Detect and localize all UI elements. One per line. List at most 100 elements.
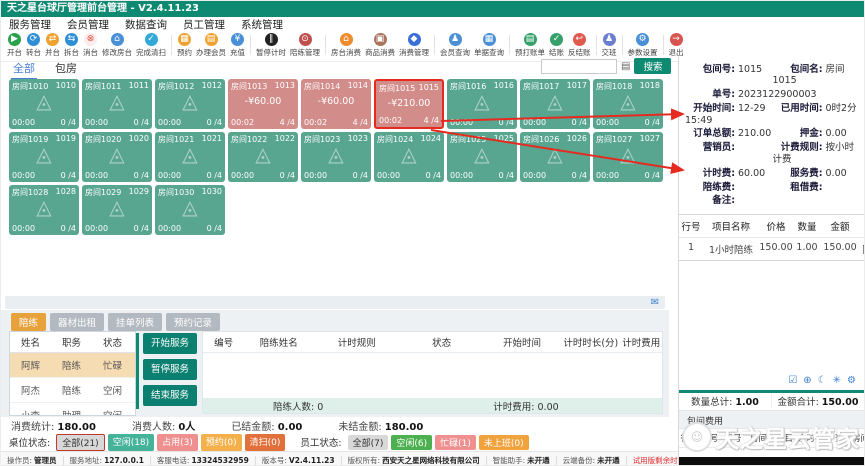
toolbar-button[interactable] — [596, 35, 597, 55]
table-status-chip[interactable]: 预约(0) — [201, 434, 242, 451]
room-card[interactable]: 房间1025 1025 ◬ 00:00 0 /4 — [447, 132, 517, 182]
panel-tool-icon[interactable]: ⚙ — [847, 375, 856, 386]
room-card[interactable]: 房间1013 1013 ◬ -¥60.00 00:02 4 /4 — [228, 79, 298, 129]
room-card[interactable]: 房间1011 1011 ◬ 00:00 0 /4 — [82, 79, 152, 129]
toolbar-button[interactable]: ▤ 预打账单 — [513, 33, 547, 58]
toolbar-button[interactable]: ¥ 充值 — [228, 33, 247, 58]
toolbar-button[interactable]: ↩ 反结账 — [566, 33, 593, 58]
toolbar-button[interactable]: ⟳ 转台 — [24, 33, 43, 58]
staff-role: 陪练 — [51, 353, 92, 377]
toolbar-button[interactable]: ⇆ 拆台 — [62, 33, 81, 58]
panel-tool-icon[interactable]: ⊕ — [803, 375, 811, 386]
room-card[interactable]: 房间1010 1010 ◬ 00:00 0 /4 — [9, 79, 79, 129]
panel-tool-icon[interactable]: ☾ — [818, 375, 827, 386]
toolbar-button[interactable]: ▤ 办理会员 — [194, 33, 228, 58]
toolbar-button[interactable] — [622, 35, 623, 55]
room-card[interactable]: 房间1014 1014 ◬ -¥60.00 00:02 4 /4 — [301, 79, 371, 129]
toolbar-label: 转台 — [26, 47, 41, 58]
room-card[interactable]: 房间1017 1017 ◬ 00:00 0 /4 — [520, 79, 590, 129]
staff-status-chip[interactable]: 全部(7) — [348, 435, 389, 450]
room-card[interactable]: 房间1030 1030 ◬ 00:00 0 /4 — [155, 185, 225, 235]
menu-item[interactable]: 系统管理 — [241, 17, 283, 32]
coach-tab[interactable]: 预约记录 — [166, 313, 220, 331]
toolbar-icon: ⇆ — [65, 33, 78, 46]
toolbar-button[interactable]: ✓ 完成清扫 — [134, 33, 168, 58]
toolbar-button[interactable]: ▦ 单据查询 — [472, 33, 506, 58]
staff-status-chip[interactable]: 未上班(0) — [479, 435, 529, 450]
toolbar-button[interactable]: ▦ 预约 — [175, 33, 194, 58]
staff-table-scrollbar[interactable] — [136, 333, 139, 409]
service-button[interactable]: 结束服务 — [143, 385, 197, 406]
room-card[interactable]: 房间1021 1021 ◬ 00:00 0 /4 — [155, 132, 225, 182]
list-icon[interactable]: ▤ — [621, 59, 630, 74]
toolbar-button[interactable]: → 退出 — [667, 33, 686, 58]
tab-all[interactable]: 全部 — [11, 60, 37, 80]
toolbar-button[interactable]: ⌂ 修改房台 — [100, 33, 134, 58]
service-button[interactable]: 开始服务 — [143, 333, 197, 354]
toolbar-icon: ¥ — [231, 33, 244, 46]
room-card[interactable]: 房间1028 1028 ◬ 00:00 0 /4 — [9, 185, 79, 235]
toolbar-button[interactable]: ⊗ 消台 — [81, 33, 100, 58]
table-status-chip[interactable]: 清扫(0) — [245, 434, 286, 451]
toolbar-button[interactable]: ♟ 交班 — [600, 33, 619, 58]
toolbar-button[interactable] — [663, 35, 664, 55]
menu-item[interactable]: 数据查询 — [125, 17, 167, 32]
mail-icon[interactable]: ✉ — [651, 296, 659, 309]
panel-tool-icon[interactable]: ☑ — [788, 375, 797, 386]
room-card[interactable]: 房间1019 1019 ◬ 00:00 0 /4 — [9, 132, 79, 182]
toolbar-button[interactable] — [325, 35, 326, 55]
toolbar-button[interactable]: ⚙ 参数设置 — [626, 33, 660, 58]
staff-row[interactable]: 阿辉 陪练 忙碌 — [10, 353, 135, 378]
room-card[interactable]: 房间1016 1016 ◬ 00:00 0 /4 — [447, 79, 517, 129]
statusbar-separator — [626, 456, 627, 465]
billiards-logo-icon: ◬ — [301, 144, 371, 164]
coach-tab[interactable]: 器材出租 — [50, 313, 104, 331]
room-card[interactable]: 房间1012 1012 ◬ 00:00 0 /4 — [155, 79, 225, 129]
toolbar-button[interactable]: ∥ 暂停计时 — [254, 33, 288, 58]
room-card[interactable]: 房间1020 1020 ◬ 00:00 0 /4 — [82, 132, 152, 182]
table-status-chip[interactable]: 空闲(18) — [108, 434, 154, 451]
toolbar-button[interactable] — [250, 35, 251, 55]
toolbar-button[interactable] — [171, 35, 172, 55]
panel-tool-icon[interactable]: ✳ — [833, 375, 841, 386]
service-button[interactable]: 暂停服务 — [143, 359, 197, 380]
menu-item[interactable]: 员工管理 — [183, 17, 225, 32]
toolbar-button[interactable]: ▣ 商品消费 — [363, 33, 397, 58]
staff-name: 阿杰 — [10, 378, 51, 402]
toolbar-button[interactable]: ⊙ 陪练管理 — [288, 33, 322, 58]
room-card[interactable]: 房间1029 1029 ◬ 00:00 0 /4 — [82, 185, 152, 235]
room-card[interactable]: 房间1022 1022 ◬ 00:00 0 /4 — [228, 132, 298, 182]
coach-tab[interactable]: 挂单列表 — [108, 313, 162, 331]
toolbar-button[interactable]: ♟ 会员查询 — [438, 33, 472, 58]
staff-row[interactable]: 阿杰 陪练 空闲 — [10, 378, 135, 403]
room-card[interactable]: 房间1018 1018 ◬ 00:00 0 /4 — [593, 79, 663, 129]
room-card[interactable]: 房间1024 1024 ◬ 00:00 0 /4 — [374, 132, 444, 182]
staff-status-chip[interactable]: 忙碌(1) — [435, 435, 476, 450]
toolbar-button[interactable]: ⌂ 房台消费 — [329, 33, 363, 58]
toolbar-button[interactable]: ⇄ 并台 — [43, 33, 62, 58]
menu-item[interactable]: 服务管理 — [9, 17, 51, 32]
search-button[interactable]: 搜索 — [634, 58, 671, 74]
room-card[interactable]: 房间1026 1026 ◬ 00:00 0 /4 — [520, 132, 590, 182]
staff-status-chip[interactable]: 空闲(6) — [391, 435, 432, 450]
toolbar-label: 修改房台 — [102, 47, 132, 58]
menu-item[interactable]: 会员管理 — [67, 17, 109, 32]
search-input[interactable] — [541, 59, 617, 74]
toolbar-icon: ⇄ — [46, 33, 59, 46]
toolbar-button[interactable]: ▶ 开台 — [5, 33, 24, 58]
room-card[interactable]: 房间1015 1015 ◬ -¥210.00 00:02 4 /4 — [374, 79, 444, 129]
toolbar-label: 预约 — [177, 47, 192, 58]
staff-row[interactable]: 小李 助理 空闲 — [10, 403, 135, 416]
table-status-chip[interactable]: 占用(3) — [157, 434, 198, 451]
tab-private-rooms[interactable]: 包房 — [55, 60, 77, 76]
room-card[interactable]: 房间1027 1027 ◬ 00:00 0 /4 — [593, 132, 663, 182]
table-status-chip[interactable]: 全部(21) — [56, 434, 104, 451]
room-occupancy: 0 /4 — [207, 224, 222, 233]
toolbar-button[interactable]: ✓ 结账 — [547, 33, 566, 58]
toolbar-button[interactable]: ◆ 消费管理 — [397, 33, 431, 58]
order-item-row[interactable]: 1 1小时陪练 150.00 1.00 150.00 阿辉(出台) — [679, 238, 864, 260]
toolbar-button[interactable] — [434, 35, 435, 55]
toolbar-button[interactable] — [509, 35, 510, 55]
room-card[interactable]: 房间1023 1023 ◬ 00:00 0 /4 — [301, 132, 371, 182]
coach-tab[interactable]: 陪练 — [11, 313, 46, 331]
